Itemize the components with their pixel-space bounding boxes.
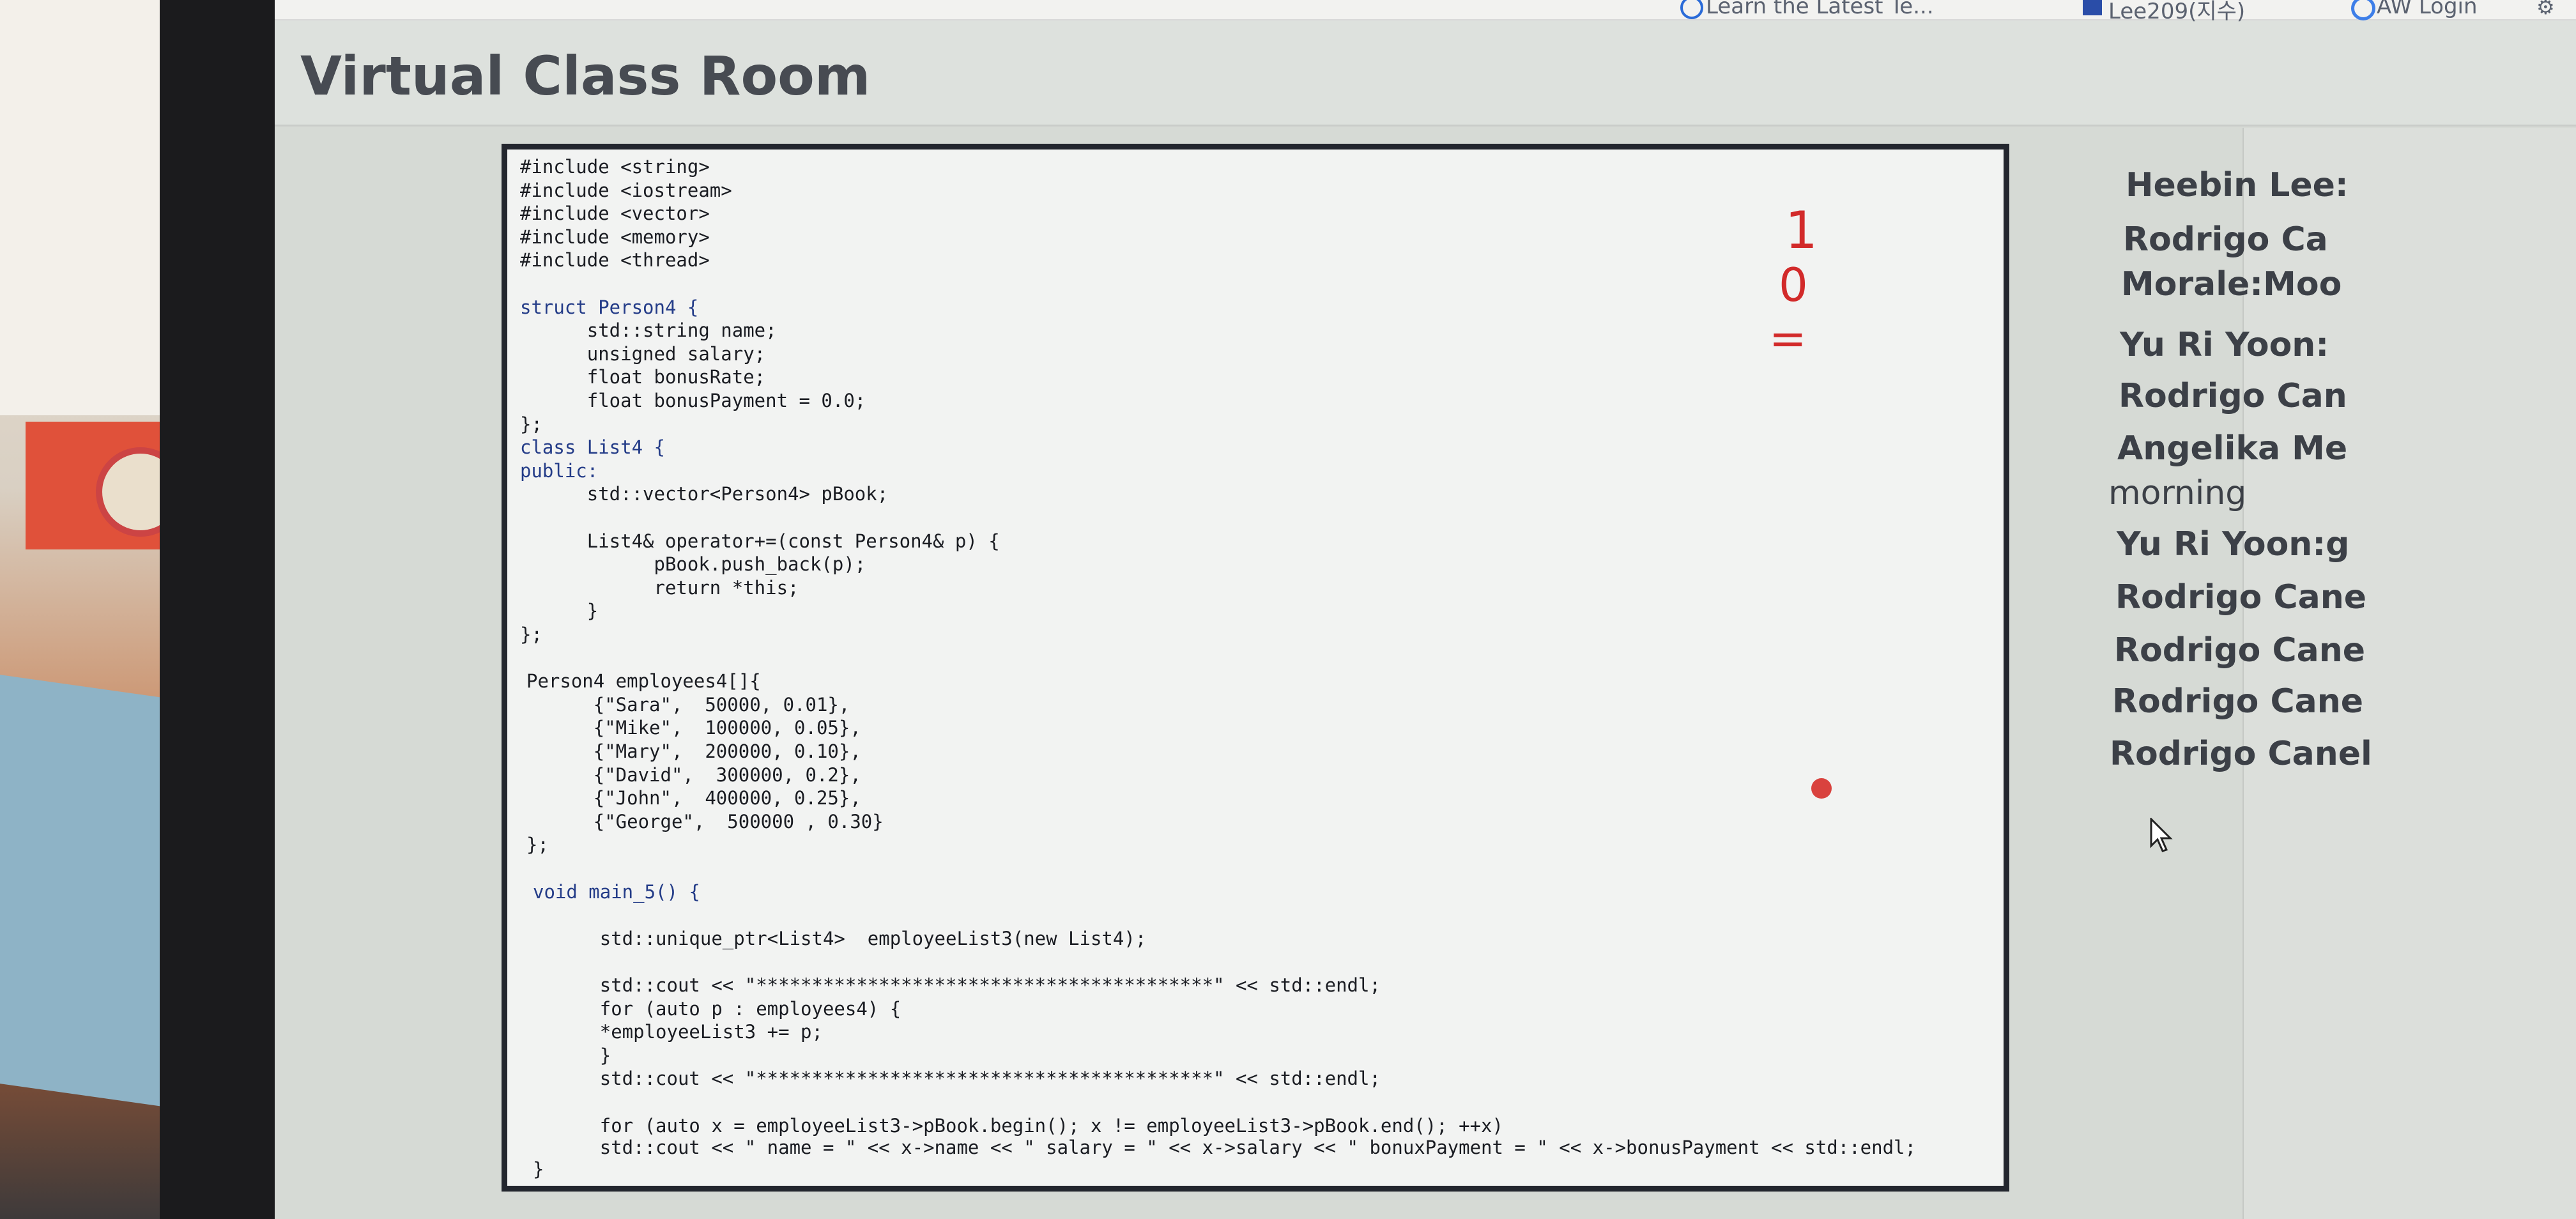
code-line: return *this;	[520, 576, 799, 599]
bookmark-lee209[interactable]: Lee209(지수)	[2108, 0, 2245, 25]
code-line: #include <string>	[520, 156, 710, 178]
code-line: *employeeList3 += p;	[533, 1021, 823, 1043]
chat-message: Rodrigo Cane	[2112, 682, 2364, 721]
code-line: float bonusPayment = 0.0;	[520, 390, 866, 411]
annotation-one: 1	[1785, 201, 1818, 260]
code-line: }	[520, 600, 599, 622]
code-line: #include <thread>	[520, 249, 710, 272]
code-line: std::vector<Person4> pBook;	[520, 483, 889, 505]
bookmark-learn[interactable]: Learn the Latest Te...	[1706, 0, 1934, 19]
code-line: {"John", 400000, 0.25},	[526, 787, 861, 809]
code-line: class List4 {	[520, 436, 665, 459]
code-line: unsigned salary;	[520, 342, 766, 365]
square-icon	[2083, 0, 2102, 15]
code-line: std::unique_ptr<List4> employeeList3(new…	[533, 927, 1147, 949]
code-line: std::cout << "**************************…	[533, 1068, 1381, 1090]
code-line: public:	[520, 459, 599, 482]
bookmarks-bar: Learn the Latest Te... Lee209(지수) AW Log…	[275, 0, 2576, 24]
code-line: {"David", 300000, 0.2},	[526, 763, 861, 786]
code-line: {"Sara", 50000, 0.01},	[526, 693, 850, 716]
annotation-zero: 0	[1779, 258, 1808, 312]
chat-message: Rodrigo Cane	[2114, 631, 2366, 670]
code-line: std::cout << "**************************…	[533, 974, 1381, 996]
code-line: #include <iostream>	[520, 179, 732, 201]
code-line: void main_5() {	[533, 880, 700, 903]
code-line: {"George", 500000 , 0.30}	[526, 810, 884, 832]
code-line: struct Person4 {	[520, 296, 699, 318]
code-line: pBook.push_back(p);	[520, 553, 866, 576]
code-line: float bonusRate;	[520, 366, 766, 388]
monitor-bezel	[160, 0, 281, 1219]
google-icon	[2351, 0, 2375, 20]
code-line: }	[533, 1158, 544, 1180]
mouse-pointer-icon	[2150, 818, 2173, 852]
code-line: {"Mike", 100000, 0.05},	[526, 717, 861, 739]
code-line: #include <vector>	[520, 203, 710, 225]
shared-code-window: #include <string> #include <iostream> #inc…	[502, 144, 2009, 1192]
wall-calendar	[0, 0, 185, 415]
chat-message: morning	[2108, 474, 2247, 512]
annotation-equals: =	[1769, 312, 1807, 365]
chat-message: Angelika Me	[2117, 429, 2348, 468]
bookmark-aw-login[interactable]: AW Login	[2377, 0, 2478, 19]
code-line: };	[526, 834, 549, 856]
code-line: std::string name;	[520, 319, 777, 342]
chat-message: Yu Ri Yoon:g	[2117, 525, 2350, 564]
code-line: Person4 employees4[]{	[526, 670, 761, 693]
screen: Learn the Latest Te... Lee209(지수) AW Log…	[275, 0, 2576, 1219]
code-line: std::cout << " name = " << x->name << " …	[533, 1136, 1916, 1158]
settings-icon[interactable]: ⚙	[2536, 0, 2555, 19]
code-line: for (auto x = employeeList3->pBook.begin…	[533, 1114, 1503, 1137]
code-line: };	[520, 624, 542, 645]
code-line: List4& operator+=(const Person4& p) {	[520, 530, 1000, 552]
chat-message: Rodrigo Can	[2119, 377, 2347, 415]
chat-message: Rodrigo Cane	[2115, 578, 2367, 617]
page-title: Virtual Class Room	[300, 45, 871, 107]
chat-message: Yu Ri Yoon:	[2120, 326, 2329, 364]
code-line: {"Mary", 200000, 0.10},	[526, 740, 861, 762]
code-line: }	[533, 1044, 611, 1066]
chat-message: Rodrigo Canel	[2110, 735, 2372, 773]
chat-message: Rodrigo Ca	[2123, 220, 2328, 259]
chat-message: Morale:Moo	[2121, 265, 2342, 303]
laser-pointer-dot	[1811, 778, 1832, 799]
chat-message: Heebin Lee:	[2126, 166, 2349, 204]
code-line: for (auto p : employees4) {	[533, 997, 901, 1020]
globe-icon	[1680, 0, 1703, 19]
code-line: #include <memory>	[520, 226, 710, 248]
code-line: };	[520, 413, 542, 435]
